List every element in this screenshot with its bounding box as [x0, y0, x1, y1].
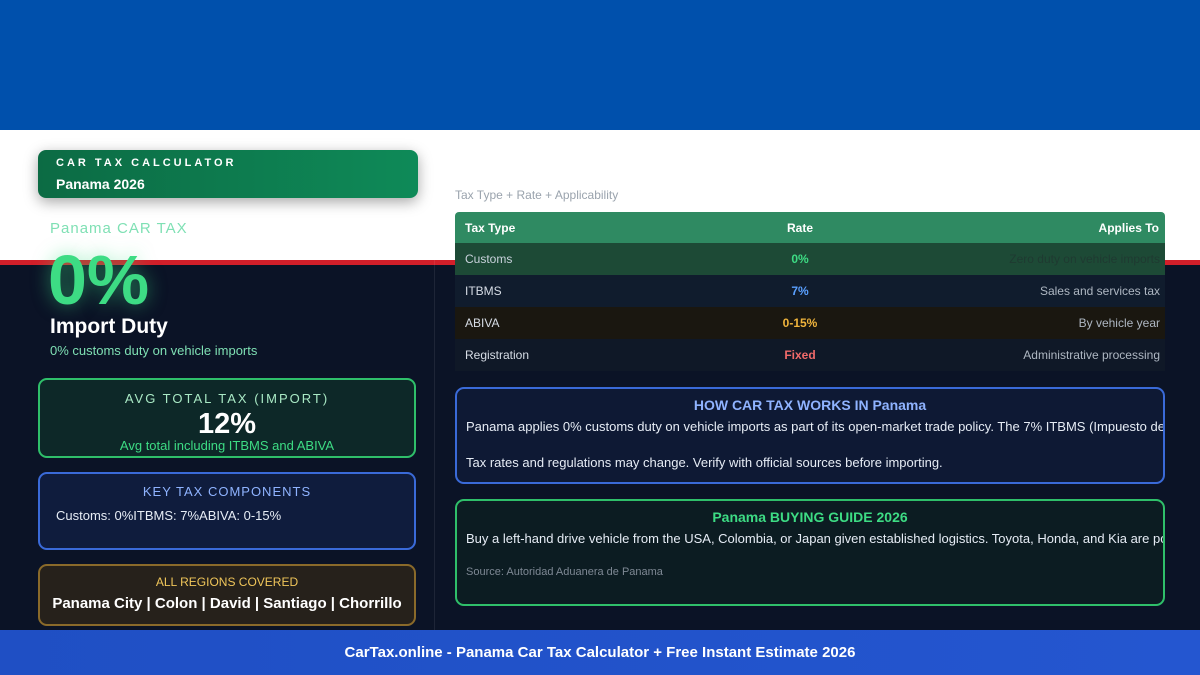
how-card-disclaimer: Tax rates and regulations may change. Ve… [466, 455, 943, 470]
tax-type-cell: Registration [465, 348, 530, 362]
applies-to-cell: Administrative processing [1023, 348, 1160, 362]
left-panel: CAR TAX CALCULATOR Panama 2026 Panama CA… [20, 145, 432, 630]
column-header-rate: Rate [786, 220, 813, 235]
how-card-title: HOW CAR TAX WORKS IN Panama [693, 397, 927, 413]
header-kicker: CAR TAX CALCULATOR [56, 157, 237, 169]
avg-total-tax-card: AVG TOTAL TAX (IMPORT) 12% Avg total inc… [38, 378, 416, 458]
table-row: Registration Fixed Administrative proces… [455, 339, 1165, 371]
avg-tax-label: AVG TOTAL TAX (IMPORT) [124, 391, 330, 406]
table-row: ITBMS 7% Sales and services tax [455, 275, 1165, 307]
country-tax-label: Panama CAR TAX [50, 220, 188, 237]
tax-type-cell: Customs [465, 252, 513, 266]
header-subtitle: Panama 2026 [56, 176, 145, 192]
column-divider [434, 145, 435, 630]
column-header-applies-to: Applies To [1098, 220, 1159, 235]
import-duty-rate: 0% [48, 241, 150, 319]
regions-card: ALL REGIONS COVERED Panama City | Colon … [38, 564, 416, 626]
rate-cell: 0-15% [782, 316, 818, 330]
avg-tax-note: Avg total including ITBMS and ABIVA [119, 438, 335, 453]
footer-banner: CarTax.online - Panama Car Tax Calculato… [0, 630, 1200, 675]
tax-type-cell: ITBMS [465, 284, 502, 298]
buying-guide-title: Panama BUYING GUIDE 2026 [712, 509, 908, 525]
regions-label: ALL REGIONS COVERED [155, 575, 299, 589]
components-label: KEY TAX COMPONENTS [142, 484, 312, 499]
regions-list: Panama City | Colon | David | Santiago |… [52, 595, 402, 612]
buying-guide-text: Buy a left-hand drive vehicle from the U… [466, 531, 1165, 546]
buying-guide-card: Panama BUYING GUIDE 2026 Buy a left-hand… [455, 499, 1165, 606]
column-header-tax-type: Tax Type [465, 220, 516, 235]
import-duty-subtitle: 0% customs duty on vehicle imports [50, 343, 258, 358]
applies-to-cell: By vehicle year [1078, 316, 1160, 330]
table-header-row: Tax Type Rate Applies To [455, 212, 1165, 243]
rate-cell: 0% [791, 252, 809, 266]
how-card-text: Panama applies 0% customs duty on vehicl… [466, 419, 1165, 434]
flag-blue-band [0, 0, 1200, 130]
key-tax-components-card: KEY TAX COMPONENTS Customs: 0%ITBMS: 7%A… [38, 472, 416, 550]
rate-cell: Fixed [784, 348, 816, 362]
rate-cell: 7% [791, 284, 809, 298]
components-list: Customs: 0%ITBMS: 7%ABIVA: 0-15% [56, 508, 282, 523]
calculator-header-card: CAR TAX CALCULATOR Panama 2026 [38, 150, 418, 198]
avg-tax-value: 12% [197, 408, 257, 440]
table-caption: Tax Type + Rate + Applicability [455, 188, 619, 202]
applies-to-cell: Sales and services tax [1039, 284, 1160, 298]
tax-table: Tax Type Rate Applies To Customs 0% Zero… [455, 212, 1165, 371]
how-car-tax-works-card: HOW CAR TAX WORKS IN Panama Panama appli… [455, 387, 1165, 484]
applies-to-cell: Zero duty on vehicle imports [1009, 252, 1160, 266]
right-panel: Tax Type + Rate + Applicability Tax Type… [455, 185, 1200, 625]
table-row: ABIVA 0-15% By vehicle year [455, 307, 1165, 339]
tax-type-cell: ABIVA [465, 316, 500, 330]
table-row: Customs 0% Zero duty on vehicle imports [455, 243, 1165, 275]
buying-guide-source: Source: Autoridad Aduanera de Panama [466, 566, 663, 578]
import-duty-title: Import Duty [50, 315, 168, 338]
